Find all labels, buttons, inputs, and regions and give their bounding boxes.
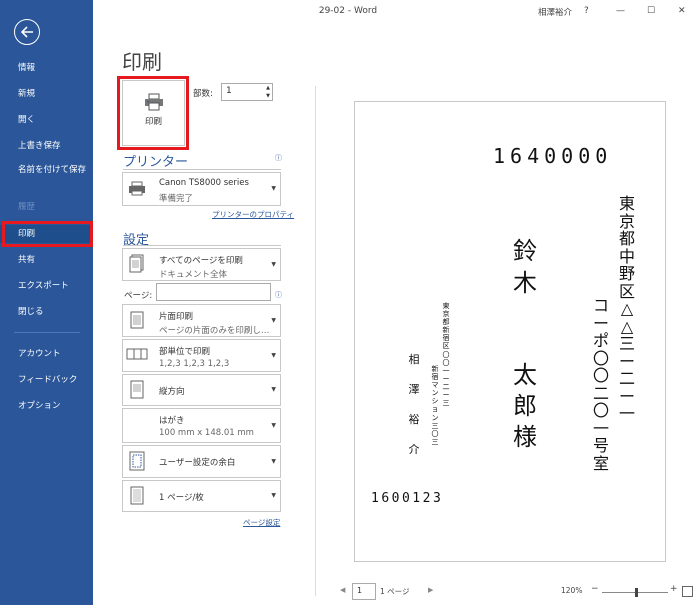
zoom-in-button[interactable]: + (670, 584, 678, 594)
margins-main: ユーザー設定の余白 (159, 458, 236, 468)
orientation-select[interactable]: 縦方向 ▼ (122, 374, 281, 406)
chevron-down-icon: ▼ (271, 351, 276, 359)
portrait-icon (130, 380, 144, 399)
pages-icon (129, 254, 144, 273)
window-title: 29-02 - Word (318, 6, 378, 16)
zoom-level[interactable]: 120% (561, 586, 582, 595)
recipient-address-1: 東京都中野区△△三ー二ー一 (618, 194, 635, 423)
page-number-input[interactable]: 1 (352, 583, 376, 600)
restore-button[interactable]: ☐ (647, 6, 655, 16)
previous-page-icon[interactable]: ◀ (340, 586, 345, 594)
recipient-name-1: 鈴木 (513, 237, 537, 297)
back-arrow-icon[interactable] (14, 19, 40, 45)
print-range-main: すべてのページを印刷 (159, 256, 243, 266)
sidebar-item-export[interactable]: エクスポート (0, 277, 93, 295)
printer-icon (129, 181, 145, 196)
chevron-down-icon: ▼ (271, 492, 276, 499)
settings-heading-line (123, 245, 281, 246)
spin-down-icon[interactable]: ▼ (266, 93, 270, 99)
print-range-sub: ドキュメント全体 (159, 270, 228, 280)
close-button[interactable]: ✕ (678, 6, 686, 16)
pages-per-sheet-main: 1 ページ/枚 (159, 493, 204, 503)
help-button[interactable]: ? (584, 6, 589, 16)
spin-up-icon[interactable]: ▲ (266, 85, 270, 91)
chevron-down-icon: ▼ (271, 457, 276, 465)
sidebar-item-save[interactable]: 上書き保存 (0, 137, 93, 155)
one-sided-icon (130, 311, 144, 329)
sidebar-divider (14, 332, 80, 333)
paper-size-sub: 100 mm x 148.01 mm (159, 428, 254, 438)
copies-label: 部数: (193, 89, 213, 99)
zoom-out-button[interactable]: − (591, 584, 599, 594)
postcard-preview: 1640000 東京都中野区△△三ー二ー一 コーポ〇〇二〇一号室 鈴木 太郎様 … (354, 101, 666, 562)
preview-status-bar: ◀ 1 1 ページ ▶ 120% − + (316, 580, 700, 605)
page-title: 印刷 (122, 50, 162, 74)
paper-size-main: はがき (159, 416, 185, 426)
orientation-main: 縦方向 (159, 387, 185, 397)
paper-size-select[interactable]: はがき 100 mm x 148.01 mm ▼ (122, 408, 281, 443)
recipient-address-2: コーポ〇〇二〇一号室 (592, 296, 609, 473)
backstage-sidebar: 情報 新規 開く 上書き保存 名前を付けて保存 履歴 印刷 共有 エクスポート … (0, 0, 93, 605)
sender-address-2: 新宿マンション三〇三 (431, 365, 439, 446)
pages-per-sheet-select[interactable]: 1 ページ/枚 ▼ (122, 480, 281, 512)
user-name[interactable]: 相澤裕介 (538, 6, 572, 18)
sidebar-item-open[interactable]: 開く (0, 111, 93, 129)
copies-input[interactable]: 1 ▲ ▼ (221, 83, 273, 101)
sender-zip: 1600123 (371, 491, 444, 506)
collate-icon (126, 348, 148, 360)
sidebar-item-info[interactable]: 情報 (0, 59, 93, 77)
sidebar-item-close[interactable]: 閉じる (0, 303, 93, 321)
sender-name: 相澤裕介 (408, 353, 420, 456)
margins-select[interactable]: ユーザー設定の余白 ▼ (122, 445, 281, 478)
page-per-sheet-icon (130, 486, 144, 505)
sidebar-item-history: 履歴 (18, 202, 36, 212)
printer-properties-link[interactable]: プリンターのプロパティ (212, 209, 294, 220)
chevron-down-icon: ▼ (271, 316, 276, 324)
printer-name: Canon TS8000 series (159, 178, 249, 188)
printer-heading: プリンター (123, 155, 189, 170)
title-bar: 29-02 - Word 相澤裕介 ? — ☐ ✕ (93, 0, 700, 26)
recipient-zip: 1640000 (493, 144, 613, 168)
page-total: 1 ページ (380, 587, 410, 596)
fit-to-page-icon[interactable] (682, 586, 693, 597)
info-icon[interactable]: ⓘ (275, 153, 282, 163)
sidebar-item-account[interactable]: アカウント (0, 345, 93, 363)
pages-input[interactable] (156, 283, 271, 301)
recipient-name-2: 太郎様 (513, 361, 537, 451)
collate-select[interactable]: 部単位で印刷 1,2,3 1,2,3 1,2,3 ▼ (122, 339, 281, 372)
print-button-highlight (117, 76, 189, 150)
margins-icon (129, 451, 145, 471)
sidebar-item-new[interactable]: 新規 (0, 85, 93, 103)
print-nav-highlight (2, 221, 93, 247)
sides-main: 片面印刷 (159, 312, 194, 322)
collate-sub: 1,2,3 1,2,3 1,2,3 (159, 359, 230, 369)
chevron-down-icon: ▼ (271, 185, 276, 192)
minimize-button[interactable]: — (616, 6, 625, 16)
sidebar-item-feedback[interactable]: フィードバック (0, 371, 93, 389)
sidebar-item-options[interactable]: オプション (0, 397, 93, 415)
next-page-icon[interactable]: ▶ (428, 586, 433, 594)
page-setup-link[interactable]: ページ設定 (243, 517, 280, 528)
zoom-slider-thumb[interactable] (635, 588, 638, 597)
collate-main: 部単位で印刷 (159, 347, 211, 357)
chevron-down-icon: ▼ (271, 421, 276, 429)
sides-sub: ページの片面のみを印刷し… (159, 326, 270, 336)
printer-status: 準備完了 (159, 194, 194, 204)
info-icon[interactable]: ⓘ (275, 290, 282, 300)
sides-select[interactable]: 片面印刷 ページの片面のみを印刷し… ▼ (122, 304, 281, 337)
sidebar-item-share[interactable]: 共有 (0, 251, 93, 269)
sender-address-1: 東京都新宿区〇〇一ー二ー三 (442, 302, 450, 408)
sidebar-item-save-as[interactable]: 名前を付けて保存 (0, 163, 93, 189)
chevron-down-icon: ▼ (271, 260, 276, 268)
printer-heading-line (123, 169, 281, 170)
pages-label: ページ: (124, 291, 153, 301)
chevron-down-icon: ▼ (271, 386, 276, 393)
print-range-select[interactable]: すべてのページを印刷 ドキュメント全体 ▼ (122, 248, 281, 281)
copies-value: 1 (226, 86, 232, 96)
printer-select[interactable]: Canon TS8000 series 準備完了 ▼ (122, 172, 281, 206)
